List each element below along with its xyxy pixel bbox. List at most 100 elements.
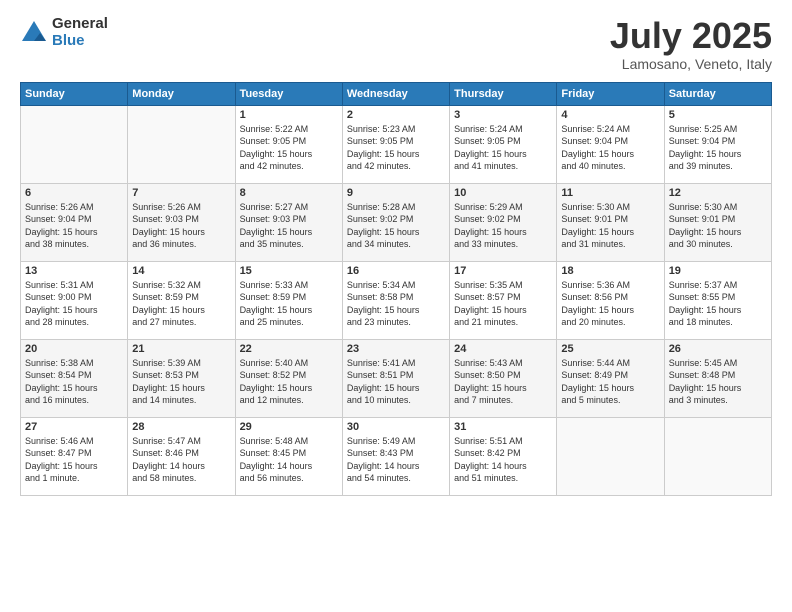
day-number: 22 bbox=[240, 343, 338, 355]
day-number: 13 bbox=[25, 265, 123, 277]
header-monday: Monday bbox=[128, 82, 235, 105]
day-info: Sunrise: 5:47 AM Sunset: 8:46 PM Dayligh… bbox=[132, 435, 230, 485]
calendar-cell bbox=[21, 105, 128, 183]
calendar-cell: 24 Sunrise: 5:43 AM Sunset: 8:50 PM Dayli… bbox=[450, 339, 557, 417]
calendar-cell: 5 Sunrise: 5:25 AM Sunset: 9:04 PM Daylig… bbox=[664, 105, 771, 183]
logo-blue: Blue bbox=[52, 33, 108, 50]
header-tuesday: Tuesday bbox=[235, 82, 342, 105]
calendar-week-5: 27 Sunrise: 5:46 AM Sunset: 8:47 PM Dayli… bbox=[21, 417, 772, 495]
calendar-cell: 4 Sunrise: 5:24 AM Sunset: 9:04 PM Daylig… bbox=[557, 105, 664, 183]
calendar-cell: 8Sunrise: 5:27 AM Sunset: 9:03 PM Daylig… bbox=[235, 183, 342, 261]
calendar-cell: 27 Sunrise: 5:46 AM Sunset: 8:47 PM Dayli… bbox=[21, 417, 128, 495]
day-number: 3 bbox=[454, 109, 552, 121]
day-number: 9 bbox=[347, 187, 445, 199]
day-number: 19 bbox=[669, 265, 767, 277]
day-info: Sunrise: 5:28 AM Sunset: 9:02 PM Dayligh… bbox=[347, 201, 445, 251]
day-info: Sunrise: 5:39 AM Sunset: 8:53 PM Dayligh… bbox=[132, 357, 230, 407]
logo-text: General Blue bbox=[52, 16, 108, 49]
day-number: 10 bbox=[454, 187, 552, 199]
calendar-cell: 9 Sunrise: 5:28 AM Sunset: 9:02 PM Daylig… bbox=[342, 183, 449, 261]
calendar-cell bbox=[557, 417, 664, 495]
calendar-cell: 21 Sunrise: 5:39 AM Sunset: 8:53 PM Dayli… bbox=[128, 339, 235, 417]
day-number: 16 bbox=[347, 265, 445, 277]
page-header: General Blue July 2025 Lamosano, Veneto,… bbox=[20, 16, 772, 72]
day-info: Sunrise: 5:32 AM Sunset: 8:59 PM Dayligh… bbox=[132, 279, 230, 329]
calendar-week-4: 20 Sunrise: 5:38 AM Sunset: 8:54 PM Dayli… bbox=[21, 339, 772, 417]
day-info: Sunrise: 5:35 AM Sunset: 8:57 PM Dayligh… bbox=[454, 279, 552, 329]
day-number: 11 bbox=[561, 187, 659, 199]
day-number: 30 bbox=[347, 421, 445, 433]
calendar-table: Sunday Monday Tuesday Wednesday Thursday… bbox=[20, 82, 772, 496]
day-number: 21 bbox=[132, 343, 230, 355]
day-info: Sunrise: 5:45 AM Sunset: 8:48 PM Dayligh… bbox=[669, 357, 767, 407]
day-number: 24 bbox=[454, 343, 552, 355]
calendar-cell: 26Sunrise: 5:45 AM Sunset: 8:48 PM Dayli… bbox=[664, 339, 771, 417]
title-block: July 2025 Lamosano, Veneto, Italy bbox=[610, 16, 772, 72]
day-info: Sunrise: 5:49 AM Sunset: 8:43 PM Dayligh… bbox=[347, 435, 445, 485]
header-row: Sunday Monday Tuesday Wednesday Thursday… bbox=[21, 82, 772, 105]
day-number: 12 bbox=[669, 187, 767, 199]
logo-icon bbox=[20, 19, 48, 47]
header-friday: Friday bbox=[557, 82, 664, 105]
day-number: 5 bbox=[669, 109, 767, 121]
calendar-week-3: 13 Sunrise: 5:31 AM Sunset: 9:00 PM Dayli… bbox=[21, 261, 772, 339]
calendar-cell: 28 Sunrise: 5:47 AM Sunset: 8:46 PM Dayli… bbox=[128, 417, 235, 495]
day-info: Sunrise: 5:23 AM Sunset: 9:05 PM Dayligh… bbox=[347, 123, 445, 173]
day-info: Sunrise: 5:25 AM Sunset: 9:04 PM Dayligh… bbox=[669, 123, 767, 173]
day-info: Sunrise: 5:34 AM Sunset: 8:58 PM Dayligh… bbox=[347, 279, 445, 329]
day-info: Sunrise: 5:51 AM Sunset: 8:42 PM Dayligh… bbox=[454, 435, 552, 485]
calendar-cell: 10 Sunrise: 5:29 AM Sunset: 9:02 PM Dayli… bbox=[450, 183, 557, 261]
header-saturday: Saturday bbox=[664, 82, 771, 105]
day-info: Sunrise: 5:30 AM Sunset: 9:01 PM Dayligh… bbox=[669, 201, 767, 251]
calendar-cell: 1 Sunrise: 5:22 AM Sunset: 9:05 PM Daylig… bbox=[235, 105, 342, 183]
day-info: Sunrise: 5:26 AM Sunset: 9:03 PM Dayligh… bbox=[132, 201, 230, 251]
day-number: 4 bbox=[561, 109, 659, 121]
day-info: Sunrise: 5:26 AM Sunset: 9:04 PM Dayligh… bbox=[25, 201, 123, 251]
day-info: Sunrise: 5:37 AM Sunset: 8:55 PM Dayligh… bbox=[669, 279, 767, 329]
calendar-cell: 2 Sunrise: 5:23 AM Sunset: 9:05 PM Daylig… bbox=[342, 105, 449, 183]
calendar-cell bbox=[128, 105, 235, 183]
day-info: Sunrise: 5:29 AM Sunset: 9:02 PM Dayligh… bbox=[454, 201, 552, 251]
day-info: Sunrise: 5:41 AM Sunset: 8:51 PM Dayligh… bbox=[347, 357, 445, 407]
calendar-cell: 7 Sunrise: 5:26 AM Sunset: 9:03 PM Daylig… bbox=[128, 183, 235, 261]
calendar-week-1: 1 Sunrise: 5:22 AM Sunset: 9:05 PM Daylig… bbox=[21, 105, 772, 183]
calendar-cell: 29Sunrise: 5:48 AM Sunset: 8:45 PM Dayli… bbox=[235, 417, 342, 495]
calendar-cell: 14 Sunrise: 5:32 AM Sunset: 8:59 PM Dayli… bbox=[128, 261, 235, 339]
day-number: 18 bbox=[561, 265, 659, 277]
day-info: Sunrise: 5:36 AM Sunset: 8:56 PM Dayligh… bbox=[561, 279, 659, 329]
day-info: Sunrise: 5:31 AM Sunset: 9:00 PM Dayligh… bbox=[25, 279, 123, 329]
day-number: 1 bbox=[240, 109, 338, 121]
day-info: Sunrise: 5:46 AM Sunset: 8:47 PM Dayligh… bbox=[25, 435, 123, 485]
calendar-cell: 23 Sunrise: 5:41 AM Sunset: 8:51 PM Dayli… bbox=[342, 339, 449, 417]
day-info: Sunrise: 5:22 AM Sunset: 9:05 PM Dayligh… bbox=[240, 123, 338, 173]
day-info: Sunrise: 5:27 AM Sunset: 9:03 PM Dayligh… bbox=[240, 201, 338, 251]
header-wednesday: Wednesday bbox=[342, 82, 449, 105]
day-info: Sunrise: 5:24 AM Sunset: 9:04 PM Dayligh… bbox=[561, 123, 659, 173]
day-info: Sunrise: 5:40 AM Sunset: 8:52 PM Dayligh… bbox=[240, 357, 338, 407]
calendar-cell: 11 Sunrise: 5:30 AM Sunset: 9:01 PM Dayli… bbox=[557, 183, 664, 261]
calendar-header: Sunday Monday Tuesday Wednesday Thursday… bbox=[21, 82, 772, 105]
day-number: 14 bbox=[132, 265, 230, 277]
day-info: Sunrise: 5:43 AM Sunset: 8:50 PM Dayligh… bbox=[454, 357, 552, 407]
day-number: 7 bbox=[132, 187, 230, 199]
calendar-cell: 22 Sunrise: 5:40 AM Sunset: 8:52 PM Dayli… bbox=[235, 339, 342, 417]
calendar-cell: 13 Sunrise: 5:31 AM Sunset: 9:00 PM Dayli… bbox=[21, 261, 128, 339]
day-number: 15 bbox=[240, 265, 338, 277]
calendar-cell: 20 Sunrise: 5:38 AM Sunset: 8:54 PM Dayli… bbox=[21, 339, 128, 417]
logo-general: General bbox=[52, 16, 108, 33]
calendar-cell: 16 Sunrise: 5:34 AM Sunset: 8:58 PM Dayli… bbox=[342, 261, 449, 339]
calendar-body: 1 Sunrise: 5:22 AM Sunset: 9:05 PM Daylig… bbox=[21, 105, 772, 495]
calendar-cell: 17 Sunrise: 5:35 AM Sunset: 8:57 PM Dayli… bbox=[450, 261, 557, 339]
day-number: 20 bbox=[25, 343, 123, 355]
day-number: 2 bbox=[347, 109, 445, 121]
calendar-cell: 30 Sunrise: 5:49 AM Sunset: 8:43 PM Dayli… bbox=[342, 417, 449, 495]
day-info: Sunrise: 5:38 AM Sunset: 8:54 PM Dayligh… bbox=[25, 357, 123, 407]
calendar-cell: 31Sunrise: 5:51 AM Sunset: 8:42 PM Dayli… bbox=[450, 417, 557, 495]
day-number: 23 bbox=[347, 343, 445, 355]
day-number: 27 bbox=[25, 421, 123, 433]
day-info: Sunrise: 5:30 AM Sunset: 9:01 PM Dayligh… bbox=[561, 201, 659, 251]
calendar-week-2: 6Sunrise: 5:26 AM Sunset: 9:04 PM Daylig… bbox=[21, 183, 772, 261]
day-number: 28 bbox=[132, 421, 230, 433]
day-number: 17 bbox=[454, 265, 552, 277]
day-info: Sunrise: 5:44 AM Sunset: 8:49 PM Dayligh… bbox=[561, 357, 659, 407]
